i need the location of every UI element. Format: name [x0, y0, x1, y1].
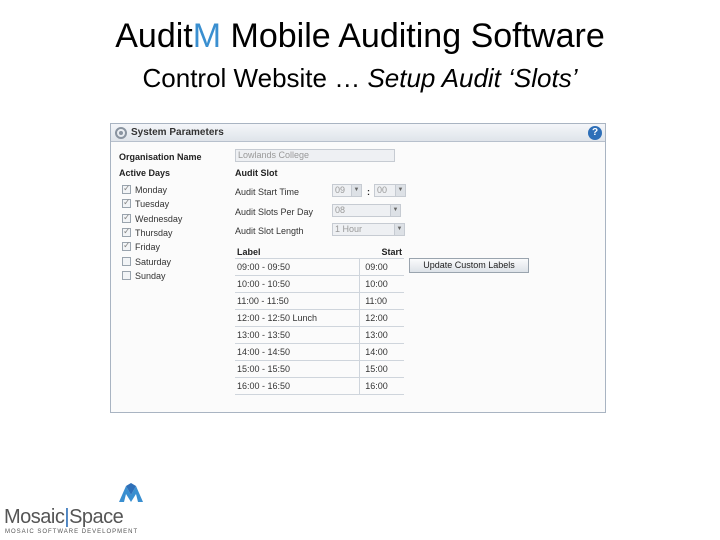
table-row[interactable]: 16:00 - 16:50 16:00: [235, 377, 404, 395]
slot-label-cell[interactable]: 12:00 - 12:50 Lunch: [235, 309, 360, 327]
time-separator: :: [367, 187, 370, 197]
day-label: Monday: [135, 185, 168, 195]
table-row[interactable]: 11:00 - 11:50 11:00: [235, 292, 404, 310]
slot-start-cell: 13:00: [359, 326, 404, 344]
table-row[interactable]: 09:00 - 09:50 09:00: [235, 258, 404, 276]
day-checkbox[interactable]: [122, 256, 131, 266]
day-label: Sunday: [135, 270, 166, 281]
update-custom-labels-button[interactable]: Update Custom Labels: [409, 258, 529, 273]
audit-slot-label: Audit Slot: [235, 168, 278, 178]
slot-length-select[interactable]: 1 Hour ▼: [332, 223, 405, 236]
mosaic-space-logo: Mosaic|Space MOSAIC SOFTWARE DEVELOPMENT: [4, 480, 144, 536]
day-label: Thursday: [135, 227, 173, 238]
subtitle-plain: Control Website …: [142, 63, 368, 93]
logo-left: Mosaic: [4, 506, 65, 528]
day-checkbox[interactable]: [122, 226, 131, 237]
slot-start-cell: 12:00: [359, 309, 404, 327]
start-column-header: Start: [381, 247, 402, 257]
day-checkbox[interactable]: [122, 212, 131, 223]
table-row[interactable]: 10:00 - 10:50 10:00: [235, 275, 404, 293]
label-column-header: Label: [237, 247, 261, 257]
chevron-down-icon: ▼: [394, 224, 404, 235]
audit-slots-per-day-label: Audit Slots Per Day: [235, 207, 314, 217]
title-accent: M: [192, 17, 222, 55]
start-hour-value: 09: [335, 185, 346, 195]
start-minute-select[interactable]: 00 ▼: [374, 184, 406, 197]
slot-start-cell: 16:00: [359, 377, 404, 395]
active-days-label: Active Days: [119, 168, 171, 178]
slot-label-cell[interactable]: 10:00 - 10:50: [235, 275, 360, 293]
day-label: Saturday: [135, 256, 172, 267]
organisation-name-input[interactable]: Lowlands College: [235, 149, 395, 162]
logo-right: Space: [69, 506, 124, 528]
day-checkbox[interactable]: [122, 270, 131, 280]
slot-label-cell[interactable]: 09:00 - 09:50: [235, 258, 360, 276]
table-row[interactable]: 12:00 - 12:50 Lunch 12:00: [235, 309, 404, 327]
logo-tagline: MOSAIC SOFTWARE DEVELOPMENT: [5, 529, 139, 535]
audit-start-time-label: Audit Start Time: [235, 187, 300, 197]
table-row[interactable]: 14:00 - 14:50 14:00: [235, 343, 404, 361]
chevron-down-icon: ▼: [351, 185, 361, 196]
gear-icon: [115, 127, 127, 139]
panel-title: System Parameters: [131, 127, 224, 138]
slot-table-header: Label Start: [235, 246, 404, 259]
slot-start-cell: 11:00: [359, 292, 404, 310]
day-label: Wednesday: [135, 213, 183, 224]
slide-title: AuditM Mobile Auditing Software: [0, 14, 720, 58]
slot-label-cell[interactable]: 11:00 - 11:50: [235, 292, 360, 310]
slot-table: Label Start 09:00 - 09:50 09:00 10:00 - 10…: [235, 246, 404, 395]
slot-start-cell: 09:00: [359, 258, 404, 276]
table-row[interactable]: 13:00 - 13:50 13:00: [235, 326, 404, 344]
subtitle-italic: Setup Audit ‘Slots’: [367, 63, 578, 93]
start-minute-value: 00: [377, 185, 388, 195]
slot-start-cell: 10:00: [359, 275, 404, 293]
slot-length-value: 1 Hour: [335, 224, 363, 234]
slot-label-cell[interactable]: 14:00 - 14:50: [235, 343, 360, 361]
help-icon[interactable]: ?: [588, 126, 602, 140]
day-label: Tuesday: [135, 199, 170, 210]
system-parameters-panel: System Parameters ? Organisation Name Lo…: [110, 123, 606, 413]
organisation-name-label: Organisation Name: [119, 152, 202, 162]
slot-label-cell[interactable]: 13:00 - 13:50: [235, 326, 360, 344]
logo-text: Mosaic|Space: [4, 506, 124, 528]
logo-mark-icon: [119, 483, 143, 502]
title-post: Mobile Auditing Software: [221, 17, 605, 55]
panel-header: System Parameters ?: [111, 124, 605, 142]
table-row[interactable]: 15:00 - 15:50 15:00: [235, 360, 404, 378]
slot-label-cell[interactable]: 16:00 - 16:50: [235, 377, 360, 395]
slot-start-cell: 15:00: [359, 360, 404, 378]
slots-per-day-select[interactable]: 08 ▼: [332, 204, 401, 217]
title-pre: Audit: [115, 17, 193, 55]
slot-start-cell: 14:00: [359, 343, 404, 361]
slot-label-cell[interactable]: 15:00 - 15:50: [235, 360, 360, 378]
day-label: Friday: [135, 242, 161, 253]
slots-per-day-value: 08: [335, 205, 346, 215]
start-hour-select[interactable]: 09 ▼: [332, 184, 362, 197]
day-checkbox[interactable]: [122, 240, 131, 252]
day-checkbox[interactable]: [122, 197, 131, 209]
audit-slot-length-label: Audit Slot Length: [235, 226, 304, 236]
slide-subtitle: Control Website … Setup Audit ‘Slots’: [0, 60, 720, 96]
chevron-down-icon: ▼: [390, 205, 400, 216]
chevron-down-icon: ▼: [395, 185, 405, 196]
day-checkbox[interactable]: [122, 183, 131, 194]
